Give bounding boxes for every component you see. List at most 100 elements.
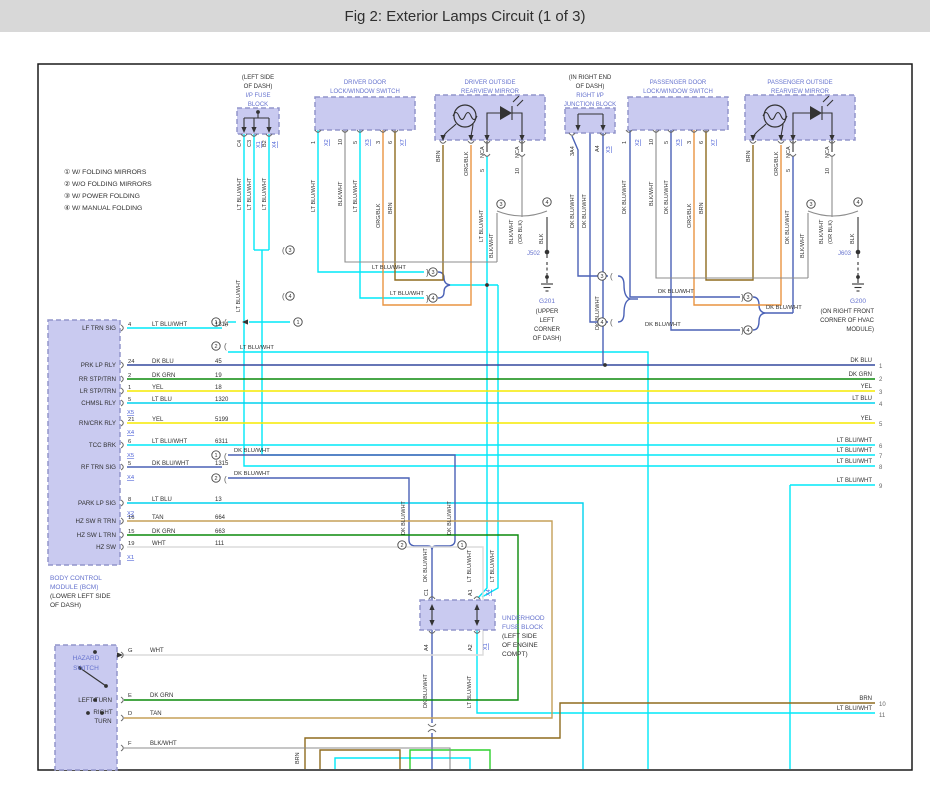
wire-label: LT BLU/WHT [247,177,253,210]
pin: A4 [424,644,430,651]
pin: 10 [825,168,831,174]
circuit: 18 [215,385,222,391]
passenger-outside-rearview-mirror [744,94,856,141]
pin: C1 [424,589,430,596]
wire-label: BLK [850,233,856,244]
wire-label: YEL [861,384,873,390]
connector: X3 [606,146,612,153]
passenger-mirror-name-1: PASSENGER OUTSIDE [767,80,832,86]
wire-label: BLK/WHT [489,233,495,258]
pin: C3 [247,140,253,147]
pin: ORG/BLK [774,151,780,176]
splice-dot [544,249,550,255]
wire-label: YEL [152,417,164,423]
wire-label: TAN [152,515,164,521]
pin: E [128,693,132,699]
pin: NCA [515,146,521,158]
bcm-row-label: LR STP/TRN [80,388,116,395]
ground-note: MODULE) [846,327,874,333]
pin: 10 [338,139,344,145]
wire-label: (OR BLK) [828,220,834,244]
ip-fuse-note-2: OF DASH) [244,84,273,90]
brace-glyph: ( [282,292,285,301]
bcm-note-2: OF DASH) [50,602,81,609]
wire-label: DK BLU/WHT [234,448,270,454]
junction-dot [603,363,607,367]
wire-label: DK BLU/WHT [447,500,453,535]
brace-glyph: ( [610,272,613,281]
splice-dot [855,249,861,255]
wire-label: DK BLU/WHT [423,673,429,708]
variant: 4 [746,328,749,334]
ground-note: (UPPER [536,309,559,315]
driver-switch-name-1: DRIVER DOOR [344,80,387,86]
bcm-row-label: PARK LP SIG [78,500,116,507]
wire-label: DK BLU/WHT [658,289,694,295]
pin: 1 [128,385,131,391]
bcm-row-label: RR STP/TRN [79,376,116,383]
connector: X7 [711,139,717,146]
circuit: 663 [215,529,226,535]
wire-label: ORG/BLK [376,203,382,228]
connector: X3 [676,139,682,146]
wire-label: LT BLU/WHT [372,265,406,271]
passenger-mirror-name-2: REARVIEW MIRROR [771,89,830,95]
wire-label: DK BLU/WHT [766,305,802,311]
pin: 2 [128,373,131,379]
wire-label: DK BLU [850,358,872,364]
pin: 5 [786,169,792,172]
wire-label: DK BLU/WHT [582,193,588,228]
junction-dot [93,650,97,654]
pin: 3 [687,141,693,144]
pin: ORG/BLK [464,151,470,176]
splice-j603: J603 [838,251,852,257]
hazard-name-1: HAZARD [73,655,100,662]
wire-label: (OR BLK) [518,220,524,244]
driver-switch-name-2: LOCK/WINDOW SWITCH [330,89,400,95]
pin: G [128,648,133,654]
variant: 1 [214,453,217,459]
pin: 10 [515,168,521,174]
wire-label: BLK/WHT [800,233,806,258]
wire-label: WHT [150,648,164,654]
wire-label: BLK [539,233,545,244]
wire-label: DK BLU/WHT [622,179,628,214]
wire-label: LT BLU/WHT [837,438,872,444]
junction-note-2: OF DASH) [576,84,605,90]
wire-label: DK BLU/WHT [664,179,670,214]
wire-label: DK BLU/WHT [570,193,576,228]
figure-title: Fig 2: Exterior Lamps Circuit (1 of 3) [345,8,586,25]
bcm-name-2: MODULE (BCM) [50,584,98,591]
wire-label: LT BLU/WHT [490,549,496,582]
pin: 24 [128,359,135,365]
wire-label: DK GRN [849,372,872,378]
pin: 15 [128,529,134,535]
driver-mirror-name-1: DRIVER OUTSIDE [464,80,515,86]
hazard-name-2: SWITCH [73,665,99,672]
bcm-note-1: (LOWER LEFT SIDE [50,593,111,600]
pin: D [128,711,132,717]
wire-label: BLK/WHT [649,181,655,206]
wire-label: DK BLU/WHT [423,547,429,582]
wire-label: LT BLU/WHT [467,549,473,582]
circuit: 13 [215,497,222,503]
underhood-name-1: UNDERHOOD [502,615,545,622]
ground-note: LEFT [540,318,555,324]
pin: NCA [786,146,792,158]
wire-label: LT BLU [852,396,872,402]
wire-label: TAN [150,711,162,717]
wire-label: WHT [152,541,166,547]
wire-label: BLK/WHT [509,219,515,244]
ground-note: (ON RIGHT FRONT [820,309,874,315]
ip-fuse-name-2: BLOCK [248,102,268,108]
right-ip-junction-block [564,107,616,134]
pin: 1 [622,141,628,144]
pin: BRN [436,150,442,162]
pin: B2 [262,140,268,147]
circuit: 5199 [215,417,229,423]
ground-note: CORNER [534,327,561,333]
brace-glyph: ( [224,342,227,351]
variant: 3 [809,202,812,208]
pin: 5 [128,397,131,403]
pin: 8 [128,497,131,503]
